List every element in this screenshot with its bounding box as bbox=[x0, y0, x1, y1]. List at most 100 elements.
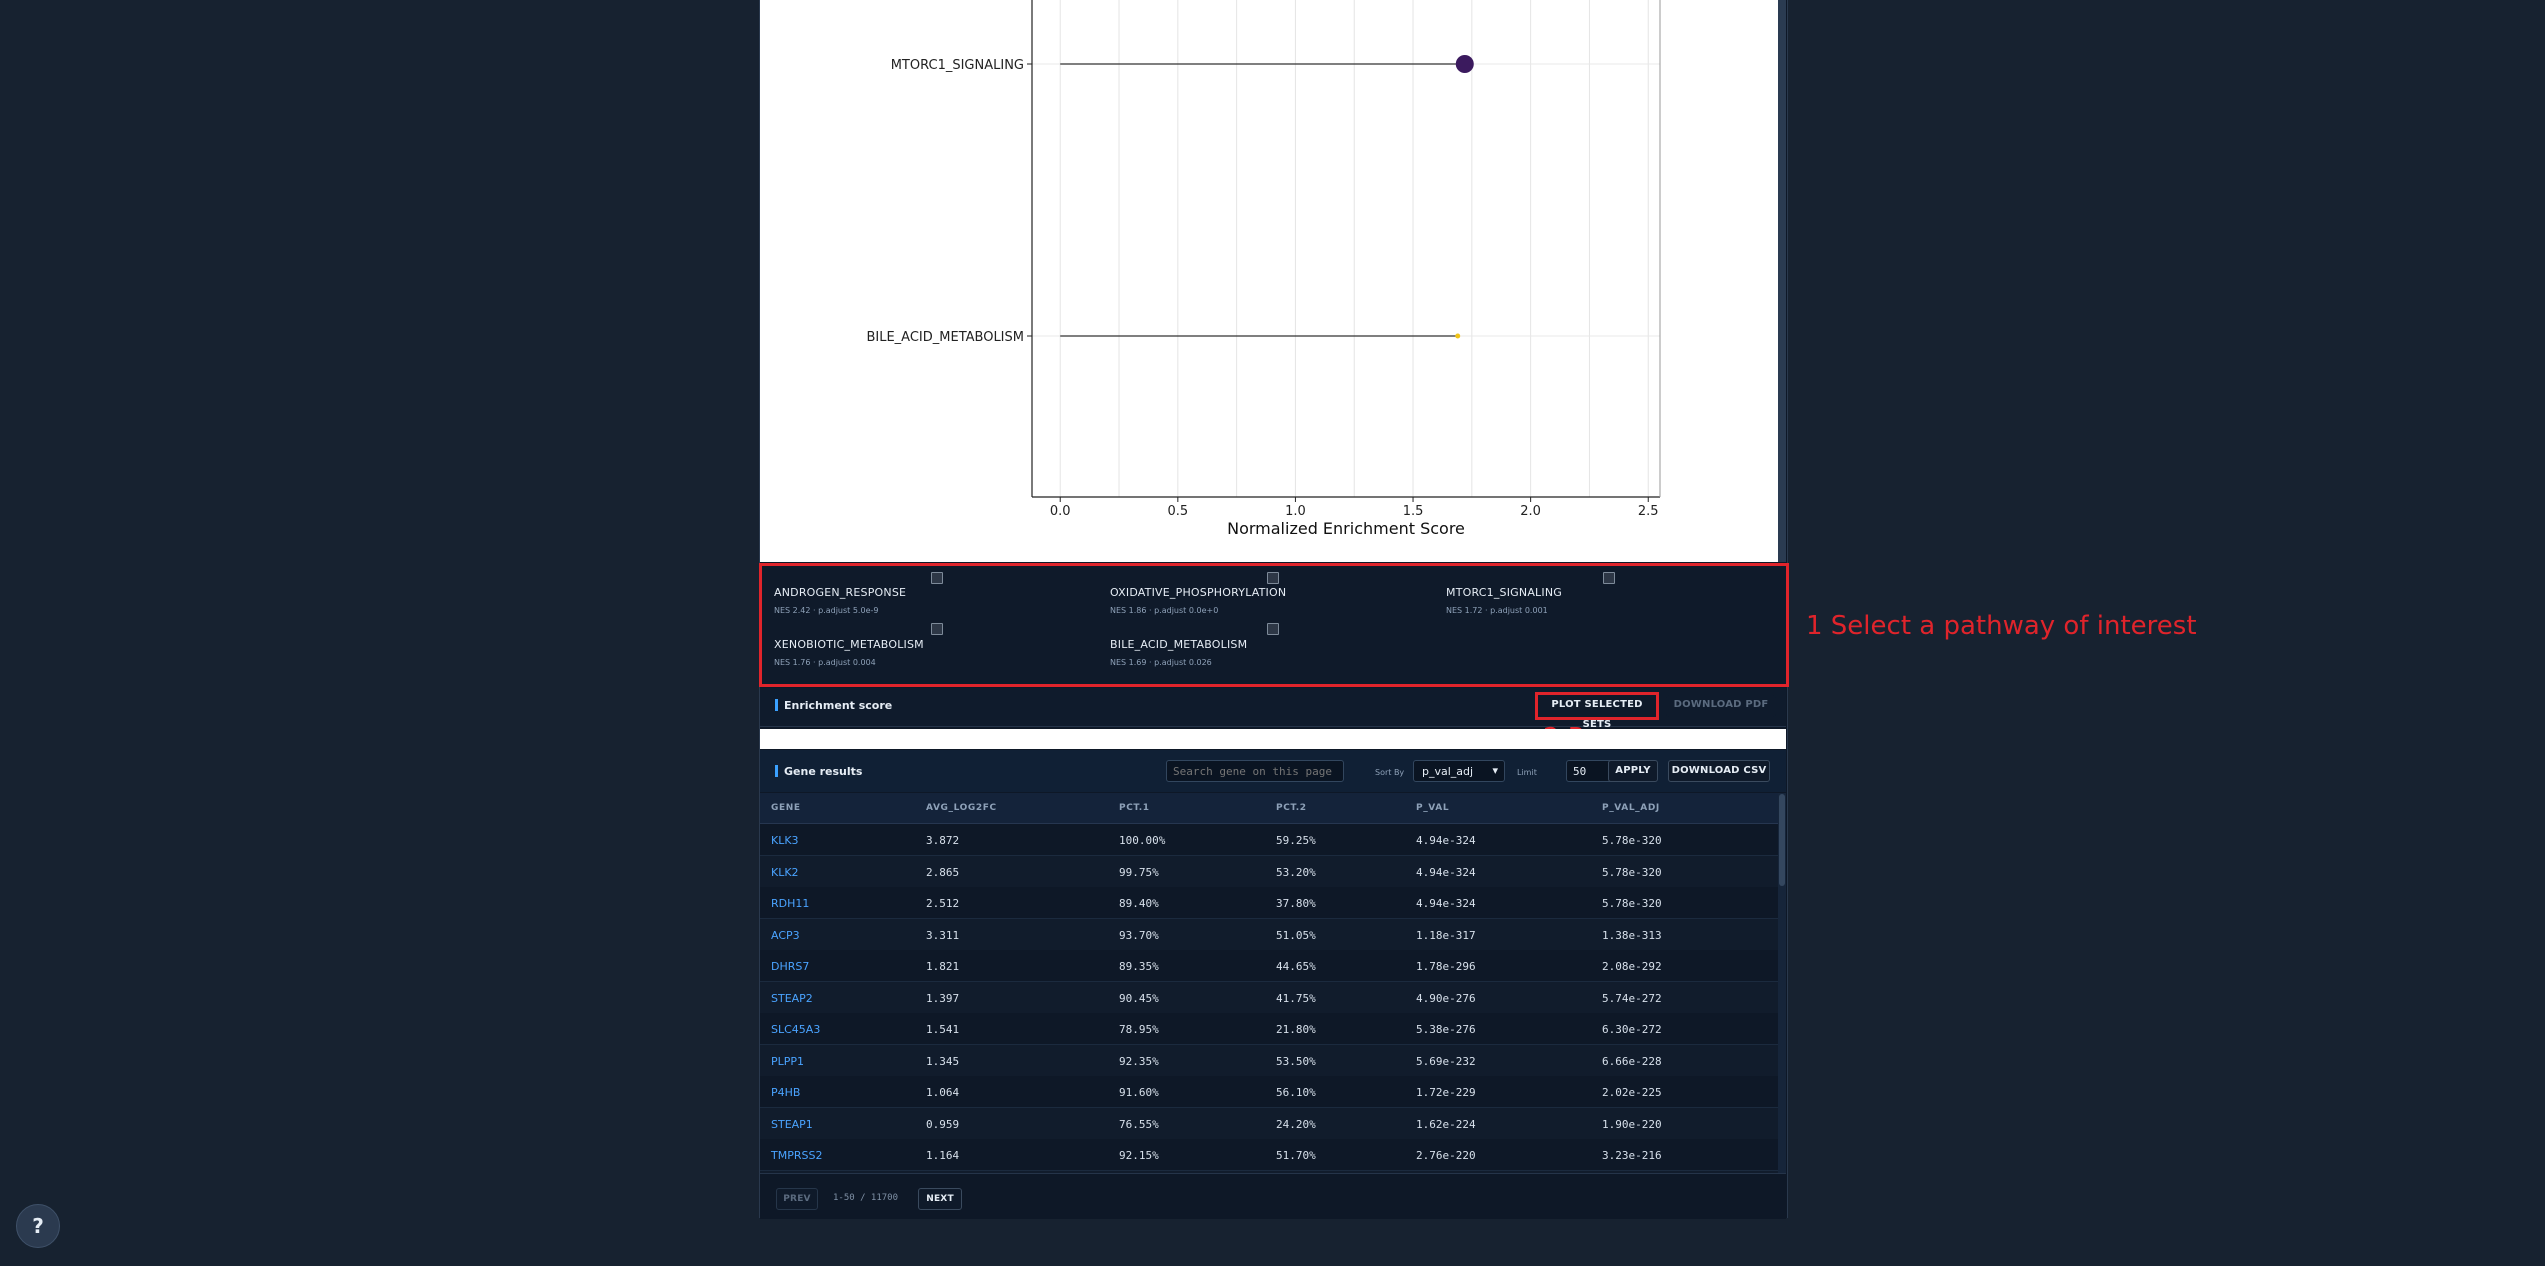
table-row[interactable]: PLPP1 1.345 92.35% 53.50% 5.69e-232 6.66e-228 bbox=[760, 1044, 1778, 1077]
table-cell: 99.75% bbox=[1119, 865, 1159, 879]
sort-select[interactable]: p_val_adj ▾ bbox=[1413, 760, 1505, 782]
table-cell: 89.35% bbox=[1119, 960, 1159, 973]
chevron-down-icon: ▾ bbox=[1492, 764, 1498, 777]
table-cell: 5.78e-320 bbox=[1602, 834, 1662, 847]
table-cell: 3.23e-216 bbox=[1602, 1149, 1662, 1162]
sort-label: Sort By bbox=[1375, 768, 1405, 777]
table-cell: 1.78e-296 bbox=[1416, 960, 1476, 973]
col-gene[interactable]: GENE bbox=[771, 803, 801, 813]
table-row[interactable]: P4HB 1.064 91.60% 56.10% 1.72e-229 2.02e-225 bbox=[760, 1076, 1778, 1108]
col-pct1[interactable]: PCT.1 bbox=[1119, 803, 1150, 813]
download-csv-button[interactable]: DOWNLOAD CSV bbox=[1668, 760, 1770, 782]
col-p-val-adj[interactable]: P_VAL_ADJ bbox=[1602, 803, 1660, 813]
table-row[interactable]: SLC45A3 1.541 78.95% 21.80% 5.38e-276 6.30e-2… bbox=[760, 1013, 1778, 1045]
enrichment-title: Enrichment score bbox=[784, 699, 893, 712]
table-cell: 92.35% bbox=[1119, 1054, 1159, 1068]
section-accent bbox=[775, 765, 778, 777]
table-cell: 92.15% bbox=[1119, 1149, 1159, 1162]
gene-link[interactable]: DHRS7 bbox=[771, 960, 809, 973]
gene-link[interactable]: RDH11 bbox=[771, 897, 809, 910]
table-row[interactable]: DHRS7 1.821 89.35% 44.65% 1.78e-296 2.08e-292 bbox=[760, 950, 1778, 982]
table-row[interactable]: KLK3 3.872 100.00% 59.25% 4.94e-324 5.78e-320 bbox=[760, 824, 1778, 856]
table-cell: 1.064 bbox=[926, 1086, 960, 1099]
table-cell: 1.397 bbox=[926, 991, 960, 1005]
limit-label: Limit bbox=[1517, 768, 1537, 777]
table-cell: 89.40% bbox=[1119, 897, 1159, 910]
page-range: 1-50 / 11700 bbox=[833, 1193, 899, 1203]
table-cell: 24.20% bbox=[1276, 1117, 1316, 1131]
table-scrollbar-thumb[interactable] bbox=[1779, 794, 1785, 886]
gene-search-input[interactable] bbox=[1166, 760, 1344, 782]
col-avg-log2fc[interactable]: AVG_LOG2FC bbox=[926, 803, 997, 813]
table-row[interactable]: TMPRSS2 1.164 92.15% 51.70% 2.76e-220 3.23e-2… bbox=[760, 1139, 1778, 1171]
table-cell: 90.45% bbox=[1119, 991, 1159, 1005]
table-cell: 78.95% bbox=[1119, 1023, 1159, 1036]
table-cell: 2.08e-292 bbox=[1602, 960, 1662, 973]
table-cell: 1.38e-313 bbox=[1602, 928, 1662, 942]
table-cell: 1.541 bbox=[926, 1023, 960, 1036]
help-button[interactable]: ? bbox=[16, 1204, 60, 1248]
table-cell: 6.66e-228 bbox=[1602, 1054, 1662, 1068]
table-cell: 5.38e-276 bbox=[1416, 1023, 1476, 1036]
table-cell: 4.94e-324 bbox=[1416, 834, 1476, 847]
gene-link[interactable]: KLK3 bbox=[771, 834, 799, 847]
table-header: GENE AVG_LOG2FC PCT.1 PCT.2 P_VAL P_VAL_… bbox=[760, 793, 1778, 824]
chart-scrollbar[interactable] bbox=[1778, 0, 1786, 562]
table-cell: 5.69e-232 bbox=[1416, 1054, 1476, 1068]
table-cell: 2.512 bbox=[926, 897, 960, 910]
sort-value: p_val_adj bbox=[1422, 765, 1474, 778]
help-icon: ? bbox=[32, 1214, 44, 1238]
table-row[interactable]: ACP3 3.311 93.70% 51.05% 1.18e-317 1.38e-313 bbox=[760, 918, 1778, 951]
gene-link[interactable]: SLC45A3 bbox=[771, 1023, 820, 1036]
table-cell: 56.10% bbox=[1276, 1086, 1316, 1099]
x-tick-label: 2.0 bbox=[1520, 504, 1541, 519]
download-pdf-button[interactable]: DOWNLOAD PDF bbox=[1666, 695, 1776, 717]
gene-link[interactable]: P4HB bbox=[771, 1086, 800, 1099]
table-cell: 91.60% bbox=[1119, 1086, 1159, 1099]
table-row[interactable]: KLK2 2.865 99.75% 53.20% 4.94e-324 5.78e-320 bbox=[760, 855, 1778, 888]
table-cell: 2.76e-220 bbox=[1416, 1149, 1476, 1162]
table-cell: 0.959 bbox=[926, 1117, 960, 1131]
section-accent bbox=[775, 699, 778, 711]
chart-svg: 0.0 0.5 1.0 1.5 2.0 2.5 Normalized Enrichment … bbox=[866, 0, 1661, 538]
table-cell: 41.75% bbox=[1276, 991, 1316, 1005]
table-cell: 4.94e-324 bbox=[1416, 897, 1476, 910]
gene-link[interactable]: STEAP1 bbox=[771, 1118, 813, 1131]
annotation-step1: 1 Select a pathway of interest bbox=[1806, 611, 2197, 641]
table-cell: 1.62e-224 bbox=[1416, 1117, 1476, 1131]
x-tick-label: 2.5 bbox=[1638, 504, 1659, 519]
table-cell: 37.80% bbox=[1276, 897, 1316, 910]
table-cell: 100.00% bbox=[1119, 834, 1166, 847]
gene-link[interactable]: TMPRSS2 bbox=[771, 1149, 822, 1162]
apply-button[interactable]: APPLY bbox=[1608, 760, 1658, 782]
y-tick-label: MTORC1_SIGNALING bbox=[891, 58, 1024, 73]
x-axis-label: Normalized Enrichment Score bbox=[1227, 519, 1465, 538]
y-tick-label: BILE_ACID_METABOLISM bbox=[866, 330, 1024, 345]
x-tick-label: 1.5 bbox=[1403, 504, 1424, 519]
col-p-val[interactable]: P_VAL bbox=[1416, 803, 1449, 813]
table-cell: 76.55% bbox=[1119, 1117, 1159, 1131]
lollipop-point bbox=[1455, 55, 1474, 73]
gene-link[interactable]: ACP3 bbox=[771, 929, 800, 942]
table-cell: 2.865 bbox=[926, 865, 960, 879]
gene-link[interactable]: STEAP2 bbox=[771, 992, 813, 1005]
gene-link[interactable]: KLK2 bbox=[771, 866, 799, 879]
table-cell: 1.345 bbox=[926, 1054, 960, 1068]
col-pct2[interactable]: PCT.2 bbox=[1276, 803, 1307, 813]
table-cell: 1.90e-220 bbox=[1602, 1117, 1662, 1131]
table-cell: 44.65% bbox=[1276, 960, 1316, 973]
table-cell: 5.78e-320 bbox=[1602, 865, 1662, 879]
table-cell: 6.30e-272 bbox=[1602, 1023, 1662, 1036]
x-tick-label: 0.5 bbox=[1167, 504, 1188, 519]
pagination bbox=[760, 1173, 1786, 1219]
table-row[interactable]: STEAP2 1.397 90.45% 41.75% 4.90e-276 5.74e-27… bbox=[760, 981, 1778, 1014]
prev-button[interactable]: PREV bbox=[776, 1188, 818, 1210]
table-cell: 21.80% bbox=[1276, 1023, 1316, 1036]
table-row[interactable]: STEAP1 0.959 76.55% 24.20% 1.62e-224 1.90e-22… bbox=[760, 1107, 1778, 1140]
next-button[interactable]: NEXT bbox=[918, 1188, 962, 1210]
table-cell: 4.94e-324 bbox=[1416, 865, 1476, 879]
gene-link[interactable]: PLPP1 bbox=[771, 1055, 804, 1068]
table-cell: 1.821 bbox=[926, 960, 960, 973]
table-cell: 2.02e-225 bbox=[1602, 1086, 1662, 1099]
table-row[interactable]: RDH11 2.512 89.40% 37.80% 4.94e-324 5.78e-320 bbox=[760, 887, 1778, 919]
